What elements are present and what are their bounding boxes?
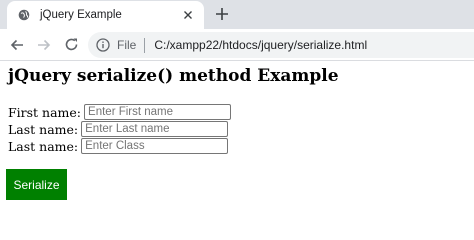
browser-toolbar: File C:/xampp22/htdocs/jquery/serialize.… (0, 29, 474, 61)
page-content: jQuery serialize() method Example First … (0, 62, 474, 205)
browser-tab[interactable]: jQuery Example (7, 1, 204, 29)
form-row-last-name: Last name: (8, 121, 229, 137)
form-row-class: Last name: (8, 138, 229, 154)
url-text[interactable]: C:/xampp22/htdocs/jquery/serialize.html (154, 38, 367, 52)
arrow-right-icon[interactable] (37, 38, 51, 52)
tab-title: jQuery Example (40, 9, 122, 21)
first-name-input[interactable] (84, 104, 232, 120)
close-icon[interactable] (183, 10, 193, 20)
info-icon[interactable] (96, 38, 110, 52)
page-title: jQuery serialize() method Example (8, 66, 339, 86)
form-row-first-name: First name: (8, 104, 232, 120)
first-name-label: First name: (8, 104, 82, 120)
tab-strip: jQuery Example (0, 0, 474, 29)
last-name-input[interactable] (81, 121, 229, 137)
class-input[interactable] (81, 138, 229, 154)
serialize-button[interactable]: Serialize (6, 169, 67, 200)
class-label: Last name: (8, 138, 79, 154)
globe-icon (18, 9, 30, 21)
arrow-left-icon[interactable] (10, 38, 24, 52)
omnibox-divider (144, 37, 146, 53)
address-bar[interactable]: File C:/xampp22/htdocs/jquery/serialize.… (88, 32, 474, 58)
scheme-label: File (117, 38, 137, 52)
reload-icon[interactable] (64, 37, 79, 52)
plus-icon[interactable] (215, 7, 229, 21)
last-name-label: Last name: (8, 121, 79, 137)
